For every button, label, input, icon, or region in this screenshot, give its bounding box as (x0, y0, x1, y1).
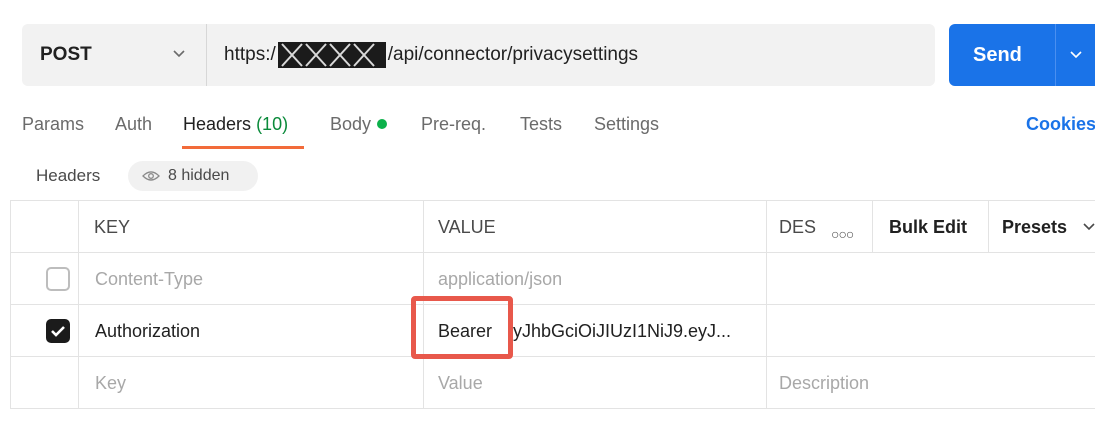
chevron-down-icon (173, 50, 185, 58)
url-divider (206, 24, 207, 86)
tab-pre-req[interactable]: Pre-req. (421, 114, 486, 135)
header-value-cell[interactable]: application/json (438, 269, 562, 290)
request-url-bar: POST https:/ /api/connector/privacysetti… (22, 24, 935, 86)
tab-body-label: Body (330, 114, 372, 134)
column-header-description: DES (779, 217, 817, 237)
new-key-input[interactable]: Key (95, 373, 126, 394)
send-button[interactable]: Send (949, 24, 1095, 86)
header-key-cell[interactable]: Authorization (95, 321, 200, 342)
row-checkbox[interactable] (46, 319, 70, 343)
table-border (988, 200, 989, 252)
column-header-key: KEY (94, 217, 131, 237)
body-status-dot (377, 119, 388, 130)
tab-body[interactable]: Body (330, 114, 388, 135)
new-value-input[interactable]: Value (438, 373, 483, 394)
url-input[interactable]: https:/ /api/connector/privacysettings (224, 24, 638, 86)
table-border (10, 252, 1095, 253)
tab-settings[interactable]: Settings (594, 114, 659, 135)
chevron-down-icon[interactable] (1069, 50, 1083, 60)
table-border (10, 356, 1095, 357)
table-border (10, 200, 1095, 201)
more-options-icon[interactable]: ○○○ (831, 226, 854, 242)
column-header-value: VALUE (438, 217, 496, 237)
presets-dropdown[interactable]: Presets (1002, 217, 1067, 238)
table-border (872, 200, 873, 252)
table-border (10, 200, 11, 409)
chevron-down-icon[interactable] (1082, 222, 1095, 232)
tab-headers[interactable]: Headers (10) (183, 114, 288, 135)
eye-icon (142, 171, 160, 181)
tab-headers-count: (10) (256, 114, 289, 134)
row-checkbox[interactable] (46, 267, 70, 291)
send-divider (1055, 24, 1056, 86)
cookies-link[interactable]: Cookies (1026, 114, 1095, 135)
bulk-edit-button[interactable]: Bulk Edit (889, 217, 967, 238)
tab-headers-label: Headers (183, 114, 252, 134)
hidden-count-label: 8 hidden (168, 167, 230, 184)
redacted-block (277, 42, 386, 68)
table-border (766, 200, 767, 409)
method-label: POST (40, 44, 92, 65)
new-description-input[interactable]: Description (779, 373, 869, 394)
header-value-cell[interactable]: yJhbGciOiJIUzI1NiJ9.eyJ... (513, 321, 731, 342)
tab-tests[interactable]: Tests (520, 114, 562, 135)
annotation-highlight-box (411, 296, 513, 359)
url-suffix: /api/connector/privacysettings (387, 44, 639, 65)
method-dropdown[interactable]: POST (22, 24, 206, 86)
headers-section-title: Headers (36, 166, 101, 185)
table-border (10, 408, 1095, 409)
header-key-cell[interactable]: Content-Type (95, 269, 203, 290)
tab-auth[interactable]: Auth (115, 114, 152, 135)
table-border (78, 200, 79, 409)
table-border (10, 304, 1095, 305)
active-tab-underline (182, 146, 304, 149)
check-icon (51, 326, 65, 337)
url-prefix: https:/ (224, 44, 276, 65)
tab-params[interactable]: Params (22, 114, 84, 135)
hidden-headers-toggle[interactable]: 8 hidden (128, 161, 258, 191)
send-label: Send (973, 43, 1022, 66)
